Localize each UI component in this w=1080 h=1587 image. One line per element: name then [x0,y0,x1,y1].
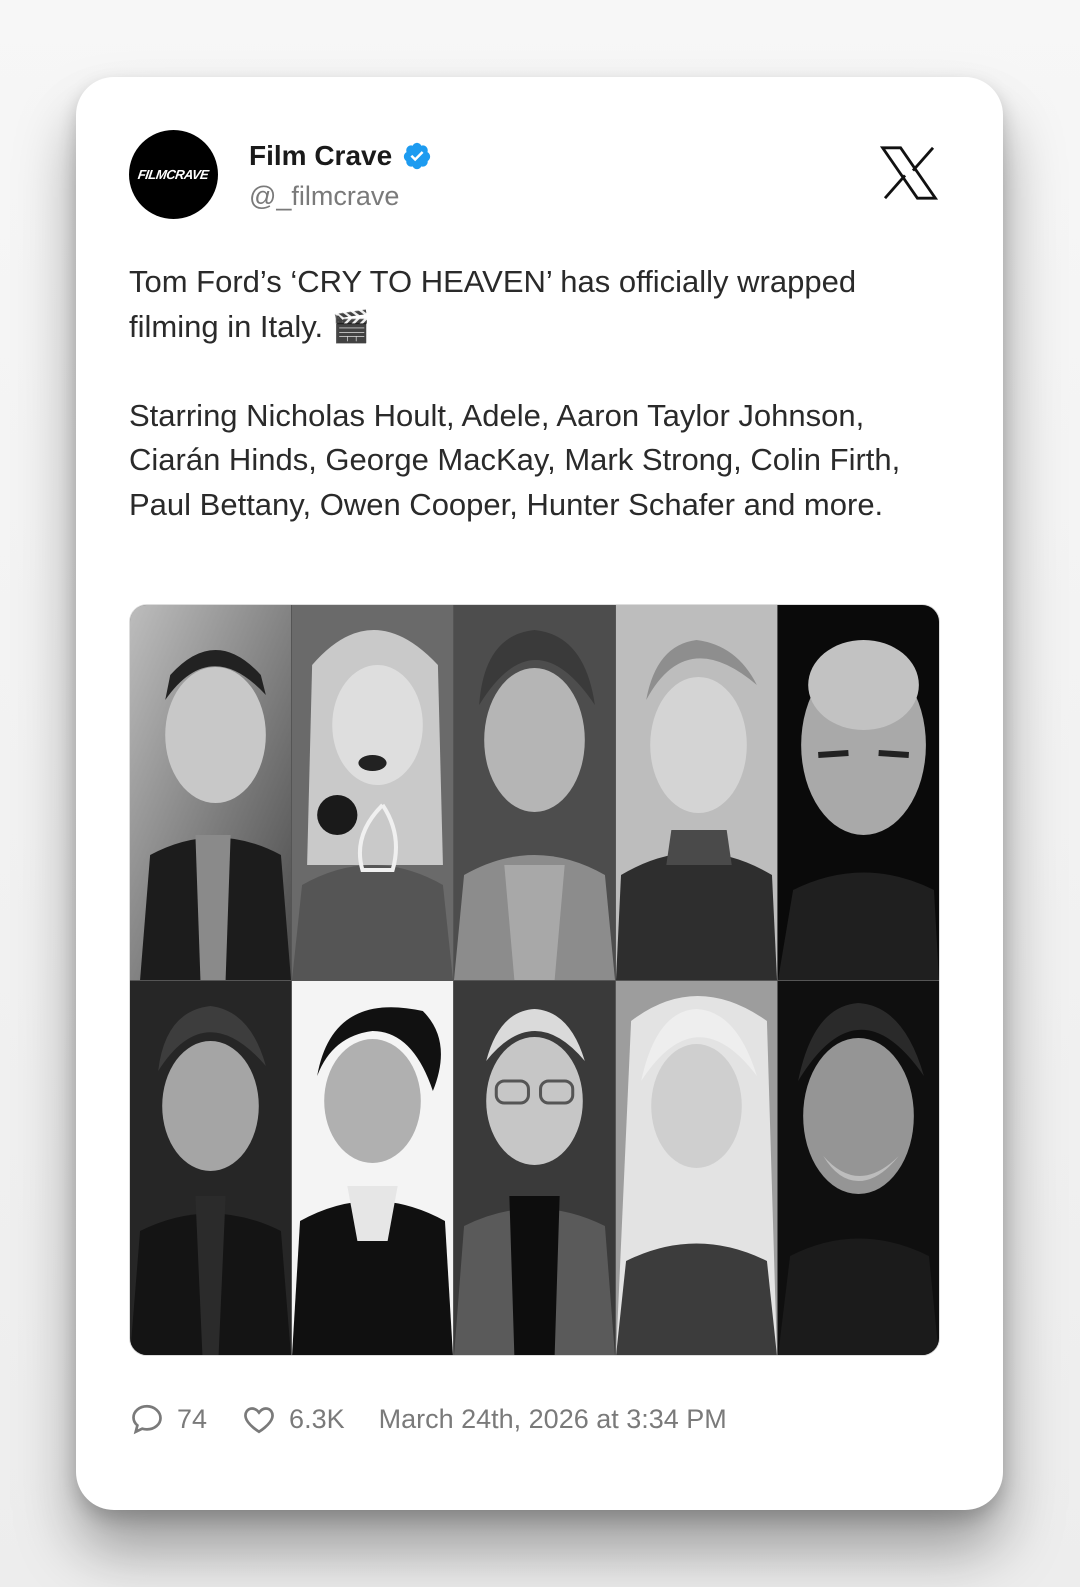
tweet-text: Tom Ford’s ‘CRY TO HEAVEN’ has officiall… [129,260,949,527]
portrait-photo [292,605,453,980]
portrait-photo [454,605,615,980]
like-count: 6.3K [289,1403,345,1434]
tweet-timestamp[interactable]: March 24th, 2026 at 3:34 PM [379,1404,727,1435]
portrait-photo [616,605,777,980]
heart-icon [244,1407,274,1434]
portrait-photo [616,981,777,1355]
reply-count: 74 [177,1403,208,1434]
author-display-name[interactable]: Film Crave [249,140,432,172]
author-handle[interactable]: @_filmcrave [249,181,399,212]
tweet-footer: 74 6.3K March 24th, 2026 at 3:34 PM [129,1399,727,1439]
portrait-photo [778,981,939,1355]
author-avatar[interactable]: FILMCRAVE [129,130,218,219]
reply-button[interactable]: 74 [129,1401,207,1437]
portrait-photo [778,605,939,980]
tweet-paragraph-2: Starring Nicholas Hoult, Adele, Aaron Ta… [129,397,901,522]
x-logo-icon[interactable] [879,143,939,203]
display-name-text: Film Crave [249,140,393,171]
verified-badge-icon [404,142,431,170]
media-collage[interactable] [129,604,940,1356]
tweet-card: FILMCRAVE Film Crave @_filmcrave Tom For… [76,77,1003,1510]
portrait-photo [130,605,291,980]
portrait-photo [454,981,615,1355]
avatar-logo-text: FILMCRAVE [137,167,210,182]
like-button[interactable]: 6.3K [241,1401,345,1437]
tweet-paragraph-1: Tom Ford’s ‘CRY TO HEAVEN’ has officiall… [129,264,857,344]
portrait-photo [292,981,453,1355]
reply-bubble-icon [132,1404,162,1435]
portrait-photo [130,981,291,1355]
